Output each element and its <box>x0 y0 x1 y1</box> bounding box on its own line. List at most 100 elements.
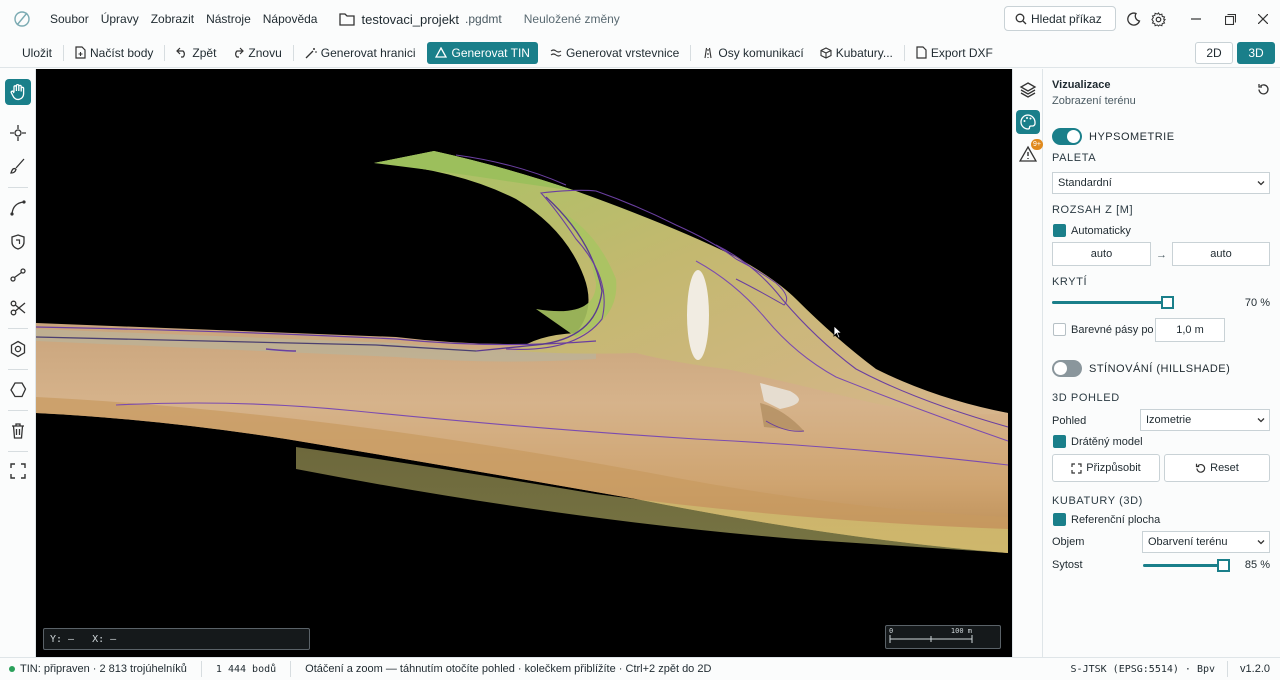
maximize-icon[interactable] <box>1218 8 1242 30</box>
visualization-panel: Vizualizace Zobrazení terénu HYPSOMETRIE… <box>1043 69 1280 657</box>
magic-wand-icon <box>305 47 317 58</box>
status-divider <box>290 661 292 677</box>
opacity-slider[interactable] <box>1052 296 1174 309</box>
fit-view-tool[interactable] <box>5 458 31 484</box>
tool-divider <box>8 369 28 370</box>
color-bands-label: Barevné pásy po <box>1071 324 1154 336</box>
folder-icon <box>339 13 356 26</box>
menu-edit[interactable]: Úpravy <box>95 12 145 26</box>
minimize-icon[interactable] <box>1184 8 1208 30</box>
generate-boundary-button[interactable]: Generovat hranici <box>297 42 424 64</box>
saturation-slider-thumb[interactable] <box>1217 559 1230 572</box>
z-max-input[interactable]: auto <box>1172 242 1270 266</box>
layers-panel-button[interactable] <box>1016 78 1040 102</box>
document-title: testovaci_projekt .pgdmt <box>339 12 502 27</box>
app-version: v1.2.0 <box>1240 663 1270 675</box>
generate-tin-button[interactable]: Generovat TIN <box>427 41 538 64</box>
boundary-tool[interactable] <box>5 229 31 255</box>
palette-heading: PALETA <box>1052 152 1097 164</box>
saturation-slider-fill <box>1143 564 1223 567</box>
generate-contours-label: Generovat vrstevnice <box>565 45 680 60</box>
opacity-slider-fill <box>1052 301 1167 304</box>
road-axes-button[interactable]: Osy komunikací <box>694 42 811 64</box>
gear-icon[interactable] <box>1148 9 1168 29</box>
generate-tin-label: Generovat TIN <box>451 45 530 60</box>
close-icon[interactable] <box>1251 8 1275 30</box>
menu-file[interactable]: Soubor <box>44 12 95 26</box>
tin-status: TIN: připraven · 2 813 trojúhelníků <box>20 663 187 675</box>
visualization-panel-button[interactable] <box>1016 110 1040 134</box>
volume-select[interactable]: Obarvení terénu <box>1142 531 1270 553</box>
band-interval-input[interactable]: 1,0 m <box>1155 318 1225 342</box>
brush-tool[interactable] <box>5 153 31 179</box>
menu-tools[interactable]: Nástroje <box>200 12 257 26</box>
3d-viewport[interactable]: Y: — X: — 0 100 m <box>36 69 1012 657</box>
reset-panel-icon[interactable] <box>1257 83 1270 99</box>
opacity-slider-thumb[interactable] <box>1161 296 1174 309</box>
wireframe-checkbox[interactable] <box>1053 435 1066 448</box>
scale-bar: 0 100 m <box>885 625 1001 649</box>
warning-count-badge: 9+ <box>1031 139 1043 150</box>
undo-button[interactable]: Zpět <box>168 42 224 64</box>
left-tool-palette <box>0 69 36 657</box>
auto-range-checkbox[interactable] <box>1053 224 1066 237</box>
palette-icon <box>1020 114 1036 130</box>
view-2d-button[interactable]: 2D <box>1195 42 1233 64</box>
saturation-slider[interactable] <box>1143 559 1230 572</box>
file-plus-icon <box>75 46 86 59</box>
settings-tool[interactable] <box>5 336 31 362</box>
brush-icon <box>10 158 25 174</box>
load-points-button[interactable]: Načíst body <box>67 42 161 64</box>
coord-y: Y: — <box>50 633 75 645</box>
status-bar: TIN: připraven · 2 813 trojúhelníků 1 44… <box>0 657 1280 680</box>
waves-icon <box>550 48 562 57</box>
fit-button-label: Přizpůsobit <box>1086 462 1141 474</box>
volume-label: Objem <box>1052 536 1085 548</box>
palette-select[interactable]: Standardní <box>1052 172 1270 194</box>
pan-tool[interactable] <box>5 79 31 105</box>
warnings-panel-button[interactable]: 9+ <box>1016 139 1043 166</box>
color-bands-checkbox[interactable] <box>1053 323 1066 336</box>
opacity-heading: KRYTÍ <box>1052 276 1088 288</box>
point-icon <box>10 125 26 141</box>
save-button[interactable]: Uložit <box>14 42 60 64</box>
unsaved-status: Neuložené změny <box>523 12 620 26</box>
terrain-render <box>36 151 1009 553</box>
view-select[interactable]: Izometrie <box>1140 409 1270 431</box>
trash-icon <box>12 423 24 439</box>
volumes-label: Kubatury... <box>835 45 893 60</box>
generate-contours-button[interactable]: Generovat vrstevnice <box>542 42 687 64</box>
undo-label: Zpět <box>192 45 217 60</box>
polygon-tool[interactable] <box>5 377 31 403</box>
point-tool[interactable] <box>5 120 31 146</box>
view-label: Pohled <box>1052 415 1087 427</box>
export-dxf-button[interactable]: Export DXF <box>908 42 1001 64</box>
mouse-cursor-icon <box>833 325 843 339</box>
palette-value: Standardní <box>1058 177 1112 189</box>
cut-tool[interactable] <box>5 295 31 321</box>
hillshade-toggle[interactable] <box>1052 360 1082 377</box>
curve-tool[interactable] <box>5 195 31 221</box>
redo-button[interactable]: Znovu <box>224 42 289 64</box>
load-points-label: Načíst body <box>90 45 154 60</box>
dark-mode-icon[interactable] <box>1124 9 1144 29</box>
chevron-down-icon <box>1257 540 1265 545</box>
z-min-input[interactable]: auto <box>1052 242 1151 266</box>
toolbar-divider <box>292 44 294 61</box>
command-search-button[interactable]: Hledat příkaz <box>1004 6 1116 31</box>
volumes-button[interactable]: Kubatury... <box>812 42 901 64</box>
delete-tool[interactable] <box>5 418 31 444</box>
reset-view-button[interactable]: Reset <box>1164 454 1270 482</box>
toolbar-divider <box>63 44 65 61</box>
menu-view[interactable]: Zobrazit <box>145 12 200 26</box>
cube-icon <box>820 46 832 59</box>
link-tool[interactable] <box>5 262 31 288</box>
reference-surface-checkbox[interactable] <box>1053 513 1066 526</box>
menu-help[interactable]: Nápověda <box>257 12 324 26</box>
saturation-value: 85 % <box>1244 559 1270 571</box>
hypsometry-toggle[interactable] <box>1052 128 1082 145</box>
hypsometry-label: HYPSOMETRIE <box>1089 131 1175 143</box>
fit-button[interactable]: Přizpůsobit <box>1052 454 1160 482</box>
view-value: Izometrie <box>1146 414 1192 426</box>
view-3d-button[interactable]: 3D <box>1237 42 1275 64</box>
